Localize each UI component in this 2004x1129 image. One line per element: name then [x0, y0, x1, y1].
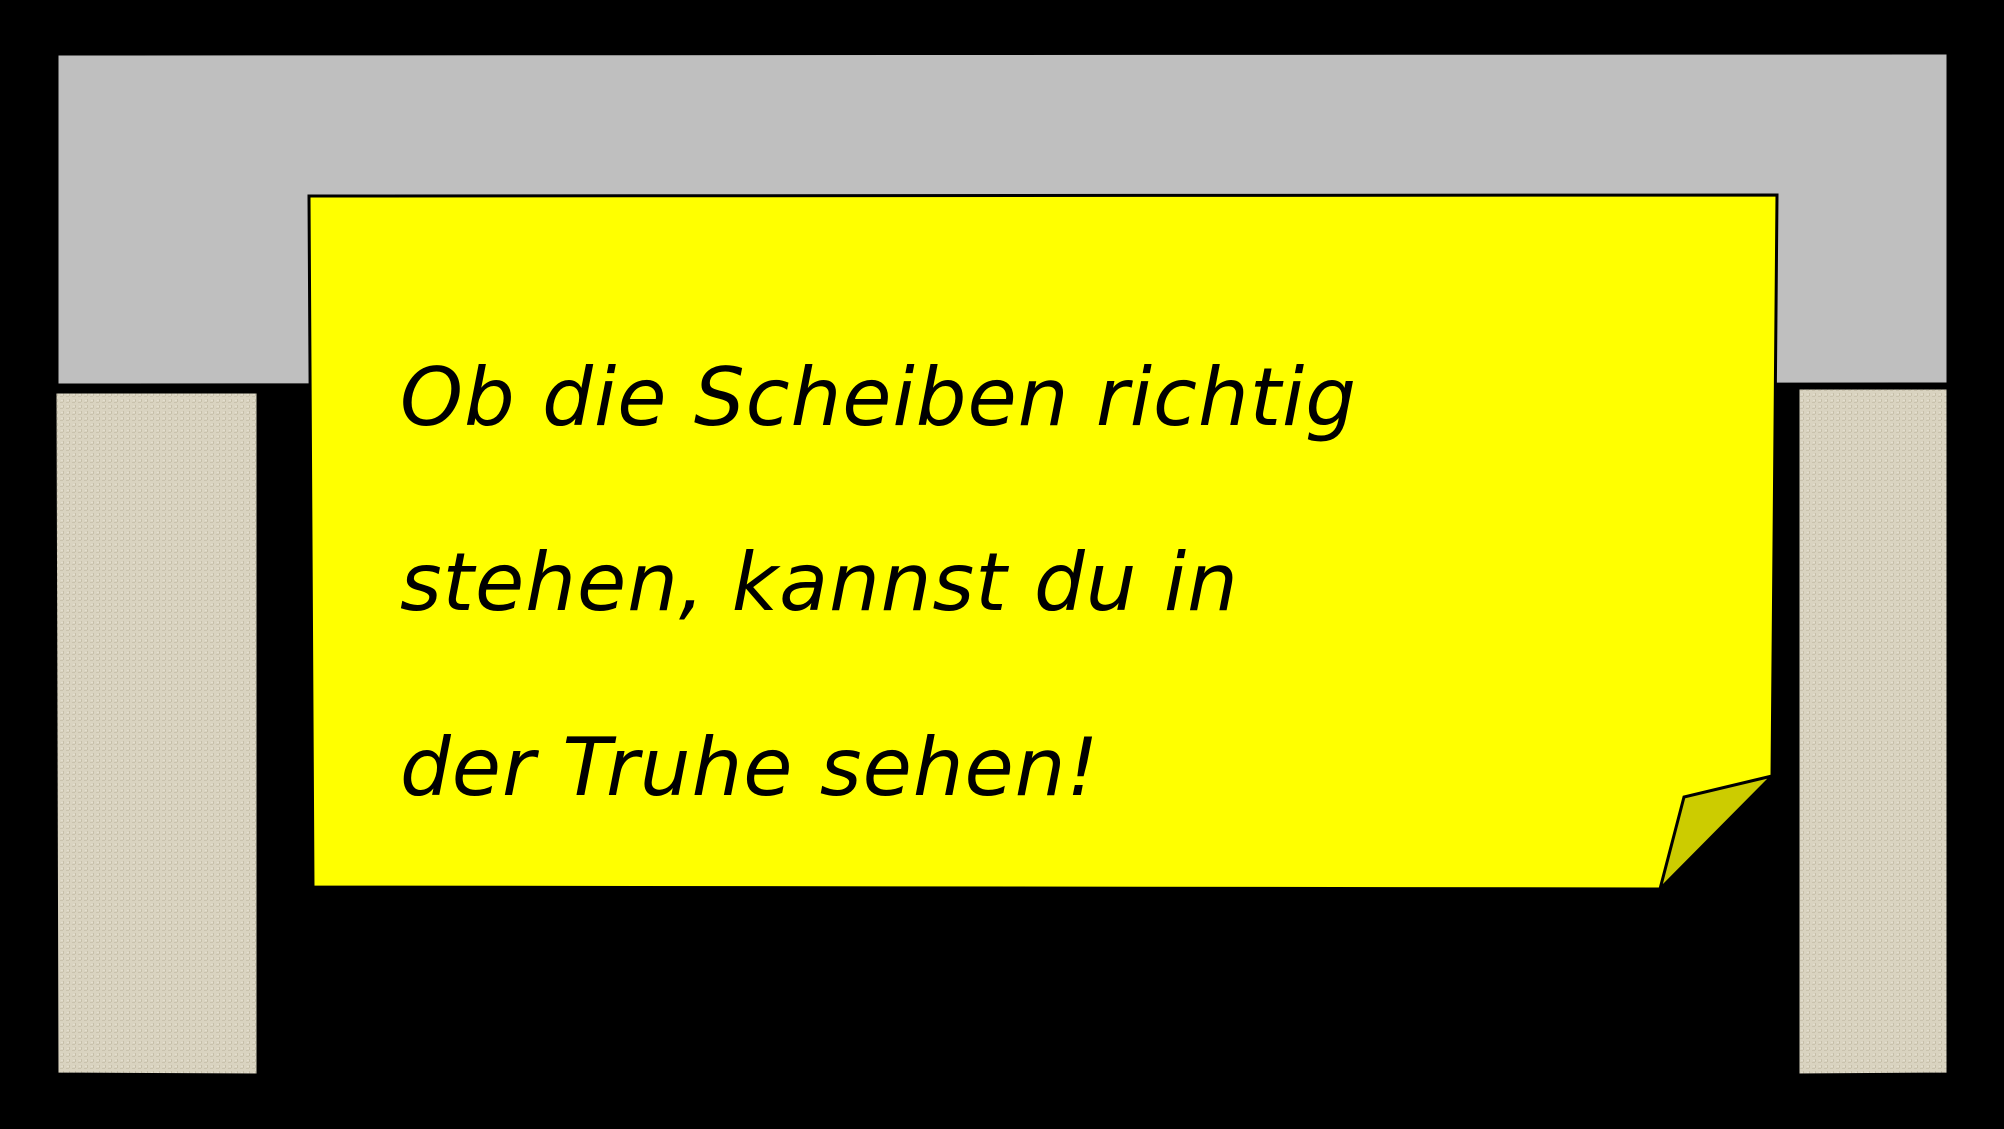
- note-line-3: der Truhe sehen!: [400, 721, 1100, 814]
- note-line-2: stehen, kannst du in: [400, 536, 1239, 629]
- comic-panel: Ob die Scheiben richtig stehen, kannst d…: [0, 0, 2004, 1129]
- note-line-1: Ob die Scheiben richtig: [400, 351, 1358, 444]
- left-pillar: [53, 390, 260, 1077]
- sticky-note-text: Ob die Scheiben richtig stehen, kannst d…: [400, 305, 1700, 860]
- right-pillar: [1796, 386, 1950, 1077]
